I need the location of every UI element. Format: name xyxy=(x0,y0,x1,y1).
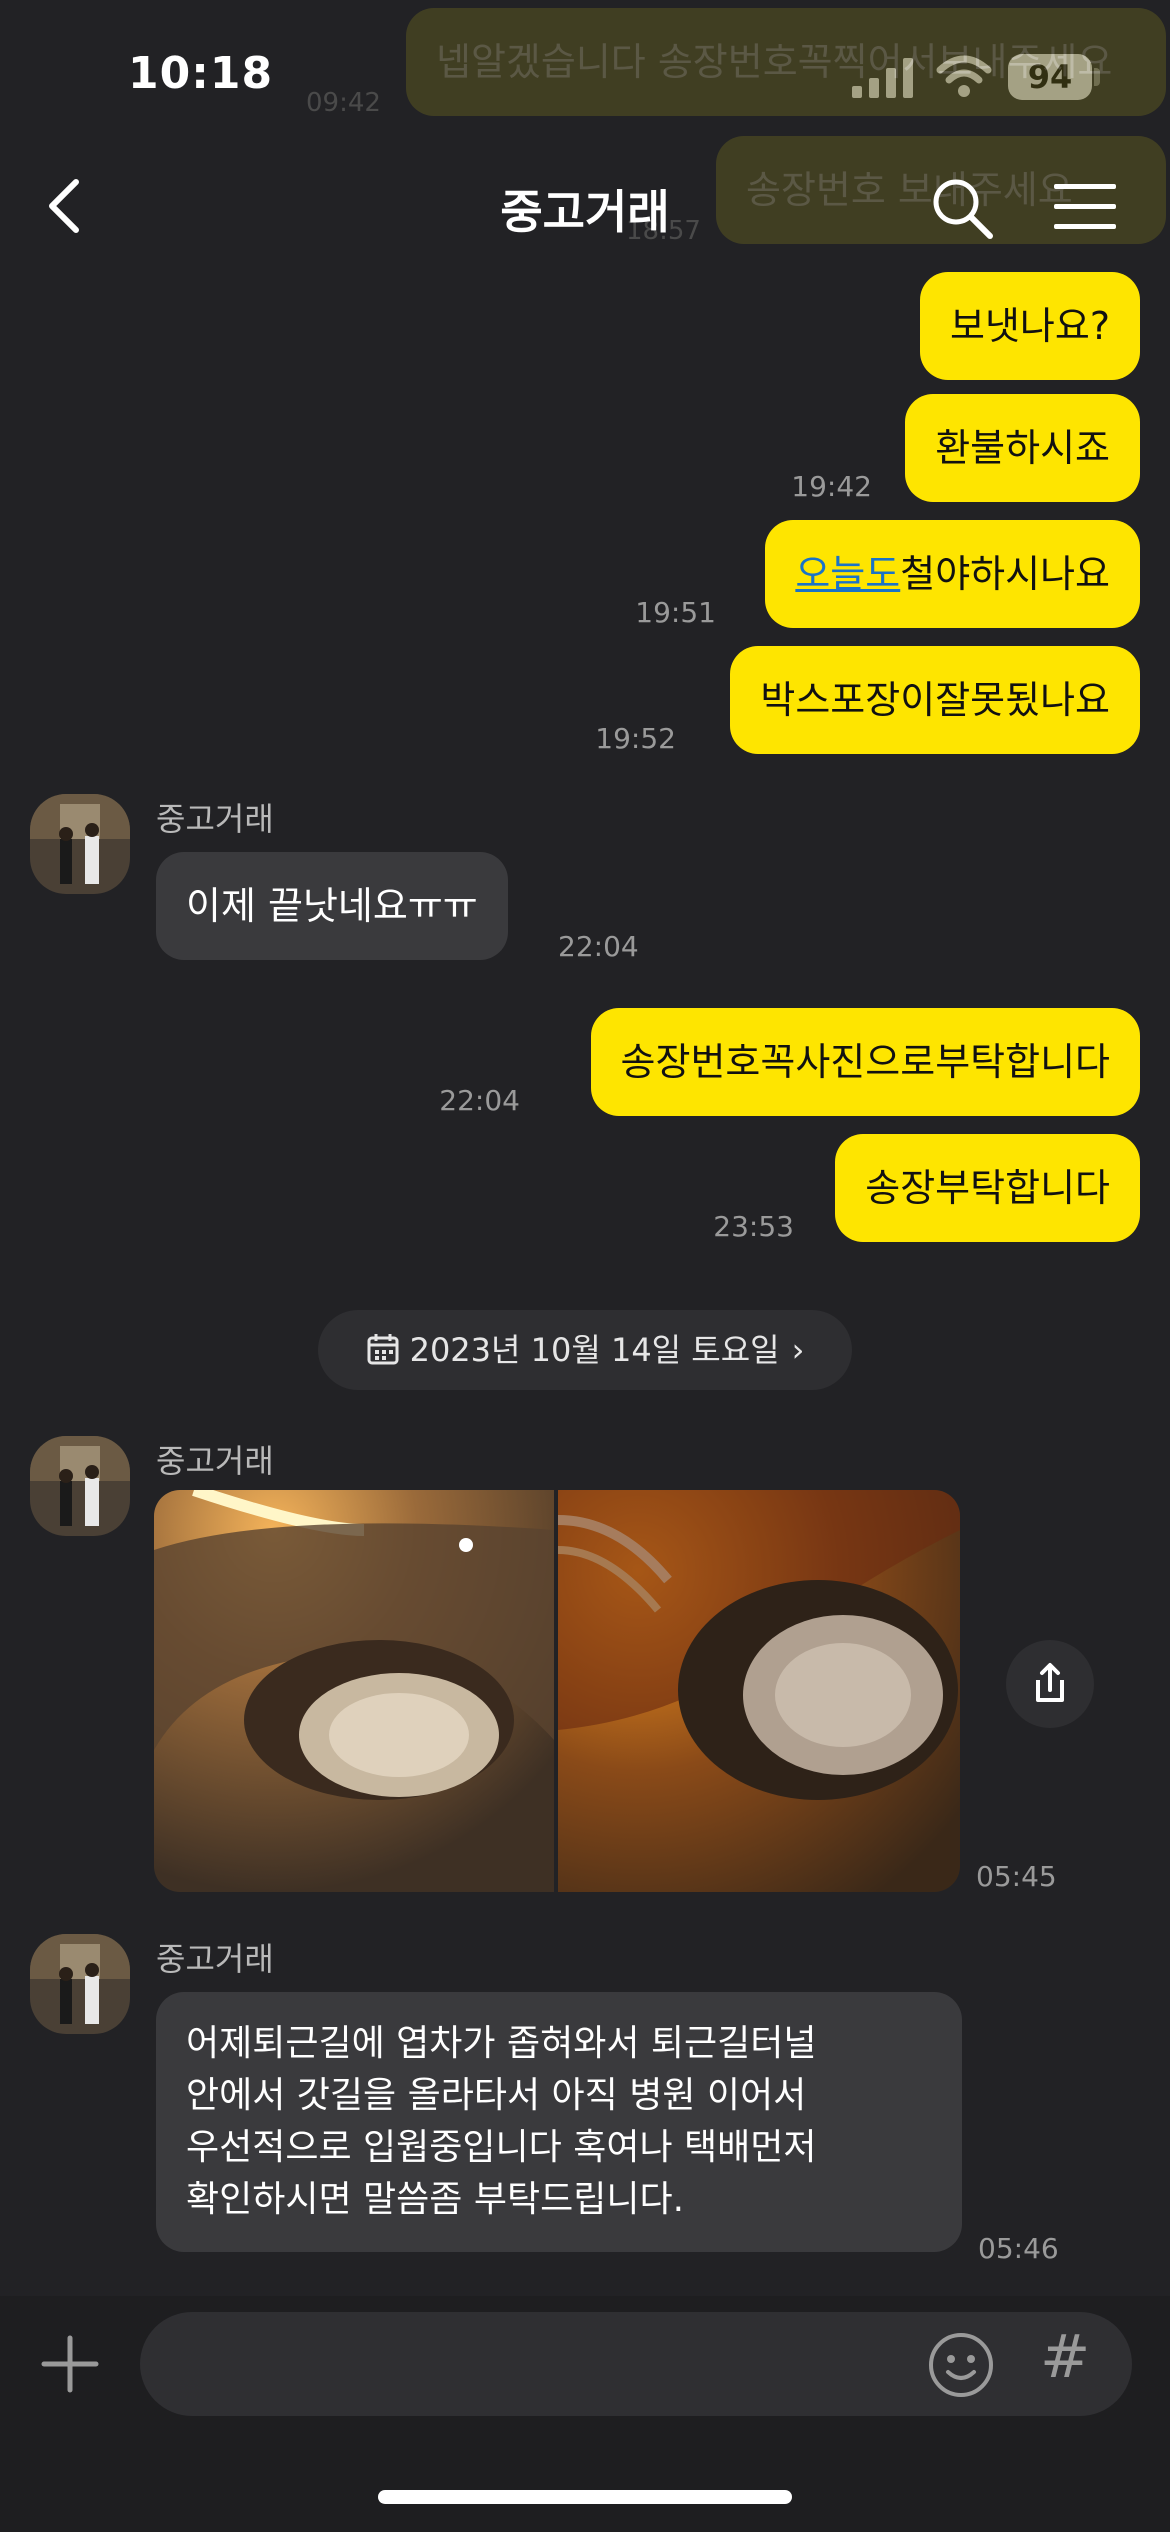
chat-title: 중고거래 xyxy=(500,185,670,239)
avatar[interactable] xyxy=(30,1934,130,2034)
smiley-icon[interactable] xyxy=(926,2330,996,2400)
share-button[interactable] xyxy=(1006,1640,1094,1728)
message-line: 어제퇴근길에 엽차가 좁혀와서 퇴근길터널 xyxy=(186,2023,817,2064)
message-text: 철야하시나요 xyxy=(900,552,1110,596)
my-message-bubble[interactable]: 박스포장이잘못됬나요 xyxy=(730,646,1140,754)
sender-name: 중고거래 xyxy=(156,800,274,838)
other-message-bubble[interactable]: 이제 끝낫네요ㅠㅠ xyxy=(156,852,508,960)
message-line: 우선적으로 입웝중입니다 혹여나 택배먼저 xyxy=(186,2127,817,2168)
home-indicator[interactable] xyxy=(378,2490,792,2504)
message-time: 05:45 xyxy=(976,1860,1057,1893)
message-line: 안에서 갓길을 올라타서 아직 병원 이어서 xyxy=(186,2075,807,2116)
search-icon[interactable] xyxy=(930,176,994,240)
sender-name: 중고거래 xyxy=(156,1940,274,1978)
date-divider[interactable]: 2023년 10월 14일 토요일 › xyxy=(318,1310,852,1390)
avatar[interactable] xyxy=(30,1436,130,1536)
date-text: 2023년 10월 14일 토요일 xyxy=(409,1331,780,1369)
avatar-photo xyxy=(30,1934,130,2034)
my-message-bubble[interactable]: 보냇나요? xyxy=(919,272,1140,380)
message-link[interactable]: 오늘도 xyxy=(795,552,900,596)
status-time: 10:18 xyxy=(128,48,274,99)
my-message-bubble[interactable]: 송장부탁합니다 xyxy=(835,1134,1140,1242)
message-time: 23:53 xyxy=(713,1210,794,1243)
photo-car-wheel-1[interactable] xyxy=(154,1490,554,1892)
scrolled-message-bubble: 넵알겠습니다 송장번호꼭찍어서보내주세요 xyxy=(406,8,1166,116)
my-message-bubble[interactable]: 오늘도철야하시나요 xyxy=(765,520,1140,628)
chevron-right-icon: › xyxy=(791,1331,805,1369)
message-time: 22:04 xyxy=(439,1084,520,1117)
my-message-bubble[interactable]: 송장번호꼭사진으로부탁합니다 xyxy=(590,1008,1140,1116)
message-line: 확인하시면 말씀좀 부탁드립니다. xyxy=(186,2179,685,2220)
share-icon xyxy=(1036,1663,1064,1702)
message-time: 09:42 xyxy=(306,88,381,118)
my-message-bubble[interactable]: 환불하시죠 xyxy=(905,394,1140,502)
message-time: 19:42 xyxy=(791,470,872,503)
photo-car-wheel-2[interactable] xyxy=(558,1490,960,1892)
sender-name: 중고거래 xyxy=(156,1442,274,1480)
avatar-photo xyxy=(30,794,130,894)
hashtag-icon[interactable]: # xyxy=(1040,2322,1090,2392)
avatar-photo xyxy=(30,1436,130,1536)
other-message-bubble[interactable]: 어제퇴근길에 엽차가 좁혀와서 퇴근길터널 안에서 갓길을 올라타서 아직 병원… xyxy=(156,1992,962,2252)
avatar[interactable] xyxy=(30,794,130,894)
message-time: 19:51 xyxy=(635,596,716,629)
calendar-icon xyxy=(367,1334,399,1365)
message-time: 05:46 xyxy=(978,2232,1059,2265)
message-time: 19:52 xyxy=(595,722,676,755)
message-time: 22:04 xyxy=(558,930,639,963)
plus-icon[interactable] xyxy=(40,2334,100,2394)
hamburger-menu-icon[interactable] xyxy=(1054,182,1116,232)
